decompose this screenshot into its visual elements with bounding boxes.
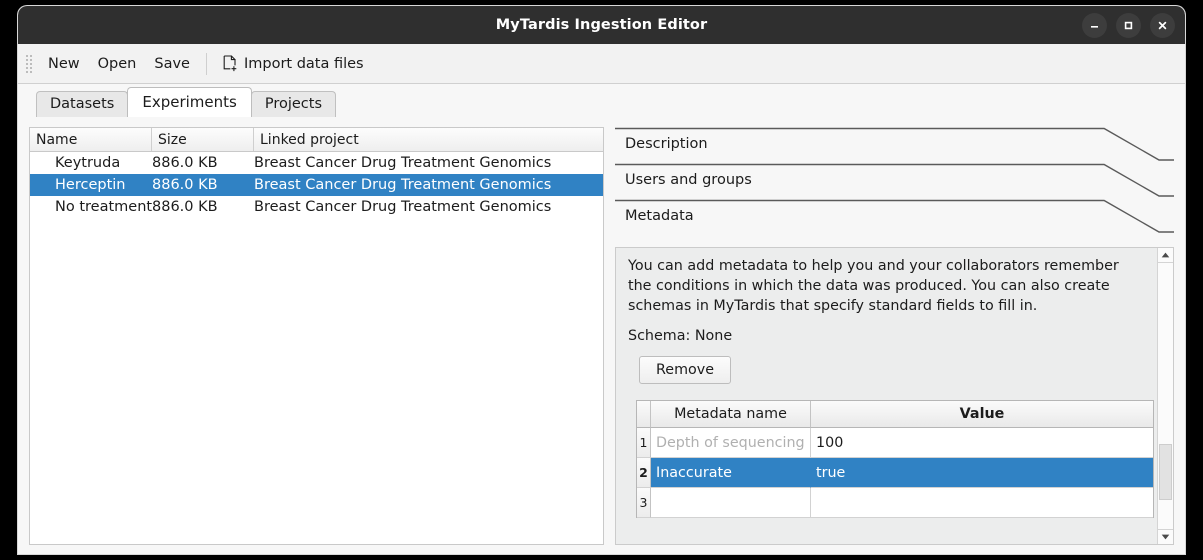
metadata-name-cell[interactable]: Depth of sequencing <box>651 428 811 458</box>
table-row[interactable]: Herceptin 886.0 KB Breast Cancer Drug Tr… <box>30 174 603 196</box>
table-row[interactable]: Keytruda 886.0 KB Breast Cancer Drug Tre… <box>30 152 603 174</box>
row-size: 886.0 KB <box>152 199 218 215</box>
import-data-files-label: Import data files <box>243 55 364 72</box>
metadata-name-cell[interactable] <box>651 488 811 518</box>
row-number[interactable]: 2 <box>637 458 651 488</box>
metadata-scroll-content: You can add metadata to help you and you… <box>616 248 1157 544</box>
window-title: MyTardis Ingestion Editor <box>495 17 708 33</box>
tab-bar: Datasets Experiments Projects <box>18 84 1185 117</box>
section-label: Metadata <box>625 208 694 224</box>
tab-projects[interactable]: Projects <box>250 91 336 117</box>
metadata-value-cell[interactable] <box>811 488 1153 518</box>
metadata-description-text: You can add metadata to help you and you… <box>628 258 1119 314</box>
toolbar: New Open Save Import data files <box>18 44 1185 84</box>
experiment-list-header: Name Size Linked project <box>30 128 603 152</box>
maximize-icon <box>1124 21 1133 29</box>
section-label: Users and groups <box>625 172 752 188</box>
metadata-value-cell[interactable]: 100 <box>811 428 1153 458</box>
table-row[interactable]: 2 Inaccurate true <box>637 458 1153 488</box>
column-header-metadata-name[interactable]: Metadata name <box>651 401 811 428</box>
row-linked-project: Breast Cancer Drug Treatment Genomics <box>254 177 552 193</box>
row-name: No treatment <box>55 199 153 215</box>
details-panel: Description Users and groups Metadata Yo… <box>615 127 1174 545</box>
title-bar[interactable]: MyTardis Ingestion Editor <box>18 6 1185 44</box>
section-label: Description <box>625 136 708 152</box>
caret-up-icon <box>1161 252 1170 258</box>
metadata-table: Metadata name Value 1 Depth of sequencin… <box>636 400 1154 518</box>
section-header-metadata[interactable]: Metadata <box>615 199 1174 235</box>
scroll-down-button[interactable] <box>1158 529 1173 544</box>
toolbar-grip-handle[interactable] <box>24 52 33 75</box>
metadata-value-cell[interactable]: true <box>811 458 1153 488</box>
column-header-value[interactable]: Value <box>811 401 1153 428</box>
metadata-table-header: Metadata name Value <box>637 401 1153 428</box>
schema-value-label: Schema: None <box>628 328 733 344</box>
minimize-button[interactable] <box>1082 12 1107 38</box>
row-name: Herceptin <box>55 177 126 193</box>
scrollbar-thumb[interactable] <box>1159 444 1172 500</box>
minimize-icon <box>1091 25 1098 28</box>
section-header-description[interactable]: Description <box>615 127 1174 163</box>
content-area: Name Size Linked project Keytruda 886.0 … <box>18 116 1185 554</box>
section-header-users-and-groups[interactable]: Users and groups <box>615 163 1174 199</box>
column-header-name[interactable]: Name <box>30 128 152 151</box>
save-button[interactable]: Save <box>145 52 199 76</box>
file-add-icon <box>223 55 237 72</box>
metadata-name-cell[interactable]: Inaccurate <box>651 458 811 488</box>
toolbar-separator <box>205 52 207 75</box>
row-name: Keytruda <box>55 155 121 171</box>
row-number[interactable]: 3 <box>637 488 651 518</box>
table-row[interactable]: No treatment 886.0 KB Breast Cancer Drug… <box>30 196 603 218</box>
new-button[interactable]: New <box>39 52 89 76</box>
window-controls <box>1082 6 1175 44</box>
experiment-list-panel: Name Size Linked project Keytruda 886.0 … <box>29 127 604 545</box>
row-linked-project: Breast Cancer Drug Treatment Genomics <box>254 199 552 215</box>
import-data-files-button[interactable]: Import data files <box>214 51 373 76</box>
row-size: 886.0 KB <box>152 155 218 171</box>
row-size: 886.0 KB <box>152 177 218 193</box>
section-tab-outline-icon <box>615 199 1174 235</box>
scroll-up-button[interactable] <box>1158 248 1173 263</box>
remove-button[interactable]: Remove <box>639 356 732 384</box>
column-header-size[interactable]: Size <box>152 128 254 151</box>
caret-down-icon <box>1161 534 1170 540</box>
close-button[interactable] <box>1150 12 1175 38</box>
metadata-vertical-scrollbar[interactable] <box>1157 248 1173 544</box>
select-all-corner[interactable] <box>637 401 651 428</box>
tab-datasets[interactable]: Datasets <box>36 91 129 117</box>
tab-experiments[interactable]: Experiments <box>127 87 252 117</box>
table-row[interactable]: 1 Depth of sequencing 100 <box>637 428 1153 458</box>
maximize-button[interactable] <box>1116 12 1141 38</box>
application-window: MyTardis Ingestion Editor New Open Save … <box>18 6 1185 554</box>
open-button[interactable]: Open <box>89 52 146 76</box>
close-icon <box>1158 21 1167 29</box>
row-linked-project: Breast Cancer Drug Treatment Genomics <box>254 155 552 171</box>
row-number[interactable]: 1 <box>637 428 651 458</box>
column-header-linked-project[interactable]: Linked project <box>254 128 603 151</box>
table-row[interactable]: 3 <box>637 488 1153 518</box>
metadata-section-body: You can add metadata to help you and you… <box>615 247 1174 545</box>
